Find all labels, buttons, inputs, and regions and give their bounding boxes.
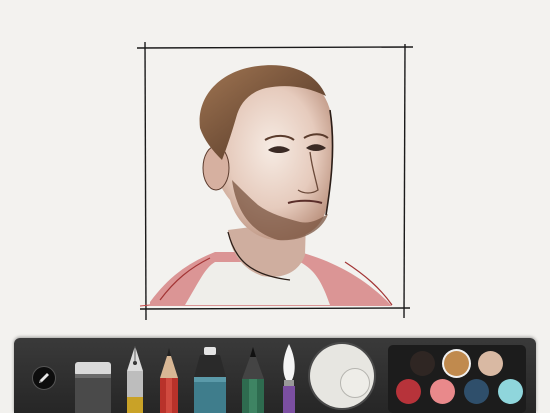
- fountain-pen-icon[interactable]: [124, 345, 146, 413]
- color-palette: [388, 345, 526, 413]
- color-mixer-icon[interactable]: [310, 344, 374, 408]
- marker-icon[interactable]: [192, 347, 228, 413]
- color-mixer-inner: [340, 368, 370, 398]
- pencil-icon: [39, 373, 49, 383]
- tools-toolbar: [14, 338, 536, 413]
- color-swatch[interactable]: [444, 351, 469, 376]
- pencil-tool-icon[interactable]: [158, 348, 180, 413]
- color-swatch[interactable]: [410, 351, 435, 376]
- color-swatch[interactable]: [498, 379, 523, 404]
- color-swatch[interactable]: [430, 379, 455, 404]
- color-swatch[interactable]: [464, 379, 489, 404]
- color-swatch[interactable]: [396, 379, 421, 404]
- more-tools-button[interactable]: [32, 366, 56, 390]
- eraser-icon[interactable]: [74, 360, 112, 413]
- color-swatch[interactable]: [478, 351, 503, 376]
- watercolor-brush-icon[interactable]: [278, 344, 300, 413]
- brush-icon[interactable]: [240, 347, 266, 413]
- portrait-sketch: [136, 41, 414, 321]
- drawing-canvas[interactable]: [0, 0, 550, 340]
